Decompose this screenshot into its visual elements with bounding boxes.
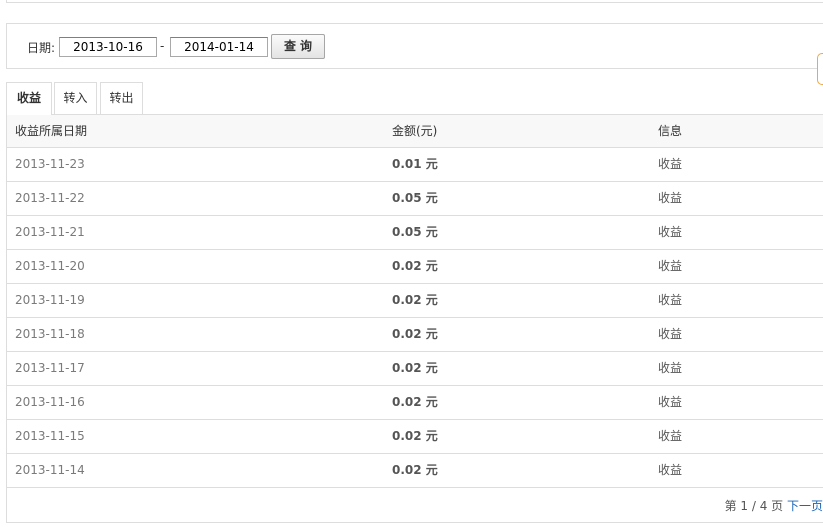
header-amount: 金额(元) (392, 124, 438, 138)
row-info: 收益 (658, 463, 683, 477)
row-info: 收益 (658, 361, 683, 375)
row-info: 收益 (658, 395, 683, 409)
row-amount: 0.01 元 (392, 157, 438, 171)
table-row: 2013-11-14 0.02 元 收益 (7, 454, 823, 488)
query-button[interactable]: 查询 (271, 34, 325, 59)
table-row: 2013-11-19 0.02 元 收益 (7, 284, 823, 318)
tab-transfer-in[interactable]: 转入 (54, 82, 97, 114)
row-amount: 0.02 元 (392, 463, 438, 477)
row-amount: 0.02 元 (392, 293, 438, 307)
end-date-input[interactable] (170, 37, 268, 57)
tab-transfer-out[interactable]: 转出 (100, 82, 143, 114)
page-indicator: 第 1 / 4 页 (724, 499, 784, 513)
next-page-link[interactable]: 下一页 (787, 499, 823, 513)
table-row: 2013-11-23 0.01 元 收益 (7, 148, 823, 182)
row-date: 2013-11-16 (15, 395, 85, 409)
row-amount: 0.02 元 (392, 361, 438, 375)
table-row: 2013-11-20 0.02 元 收益 (7, 250, 823, 284)
row-date: 2013-11-17 (15, 361, 85, 375)
row-info: 收益 (658, 259, 683, 273)
pagination: 第 1 / 4 页 下一页 (725, 497, 823, 514)
header-info: 信息 (658, 124, 683, 138)
table-header: 收益所属日期 金额(元) 信息 (7, 115, 823, 148)
date-filter-panel: 日期: - 查询 (6, 23, 823, 69)
row-info: 收益 (658, 157, 683, 171)
row-date: 2013-11-21 (15, 225, 85, 239)
row-date: 2013-11-15 (15, 429, 85, 443)
table-row: 2013-11-21 0.05 元 收益 (7, 216, 823, 250)
start-date-input[interactable] (59, 37, 157, 57)
record-tabs: 收益 转入 转出 (6, 82, 823, 115)
side-float-tab[interactable] (817, 53, 823, 85)
date-separator: - (160, 39, 165, 53)
row-amount: 0.05 元 (392, 225, 438, 239)
tab-earnings[interactable]: 收益 (6, 82, 52, 115)
row-date: 2013-11-19 (15, 293, 85, 307)
row-date: 2013-11-20 (15, 259, 85, 273)
earnings-table: 收益所属日期 金额(元) 信息 2013-11-23 0.01 元 收益 201… (6, 114, 823, 523)
row-amount: 0.02 元 (392, 429, 438, 443)
row-date: 2013-11-22 (15, 191, 85, 205)
row-info: 收益 (658, 293, 683, 307)
row-info: 收益 (658, 429, 683, 443)
table-row: 2013-11-15 0.02 元 收益 (7, 420, 823, 454)
row-info: 收益 (658, 191, 683, 205)
row-info: 收益 (658, 225, 683, 239)
row-date: 2013-11-23 (15, 157, 85, 171)
row-date: 2013-11-14 (15, 463, 85, 477)
header-date: 收益所属日期 (15, 124, 88, 138)
row-info: 收益 (658, 327, 683, 341)
row-date: 2013-11-18 (15, 327, 85, 341)
row-amount: 0.05 元 (392, 191, 438, 205)
row-amount: 0.02 元 (392, 395, 438, 409)
date-label: 日期: (27, 41, 56, 55)
table-row: 2013-11-18 0.02 元 收益 (7, 318, 823, 352)
table-row: 2013-11-17 0.02 元 收益 (7, 352, 823, 386)
table-row: 2013-11-16 0.02 元 收益 (7, 386, 823, 420)
row-amount: 0.02 元 (392, 259, 438, 273)
table-row: 2013-11-22 0.05 元 收益 (7, 182, 823, 216)
row-amount: 0.02 元 (392, 327, 438, 341)
top-panel-edge (6, 0, 823, 3)
